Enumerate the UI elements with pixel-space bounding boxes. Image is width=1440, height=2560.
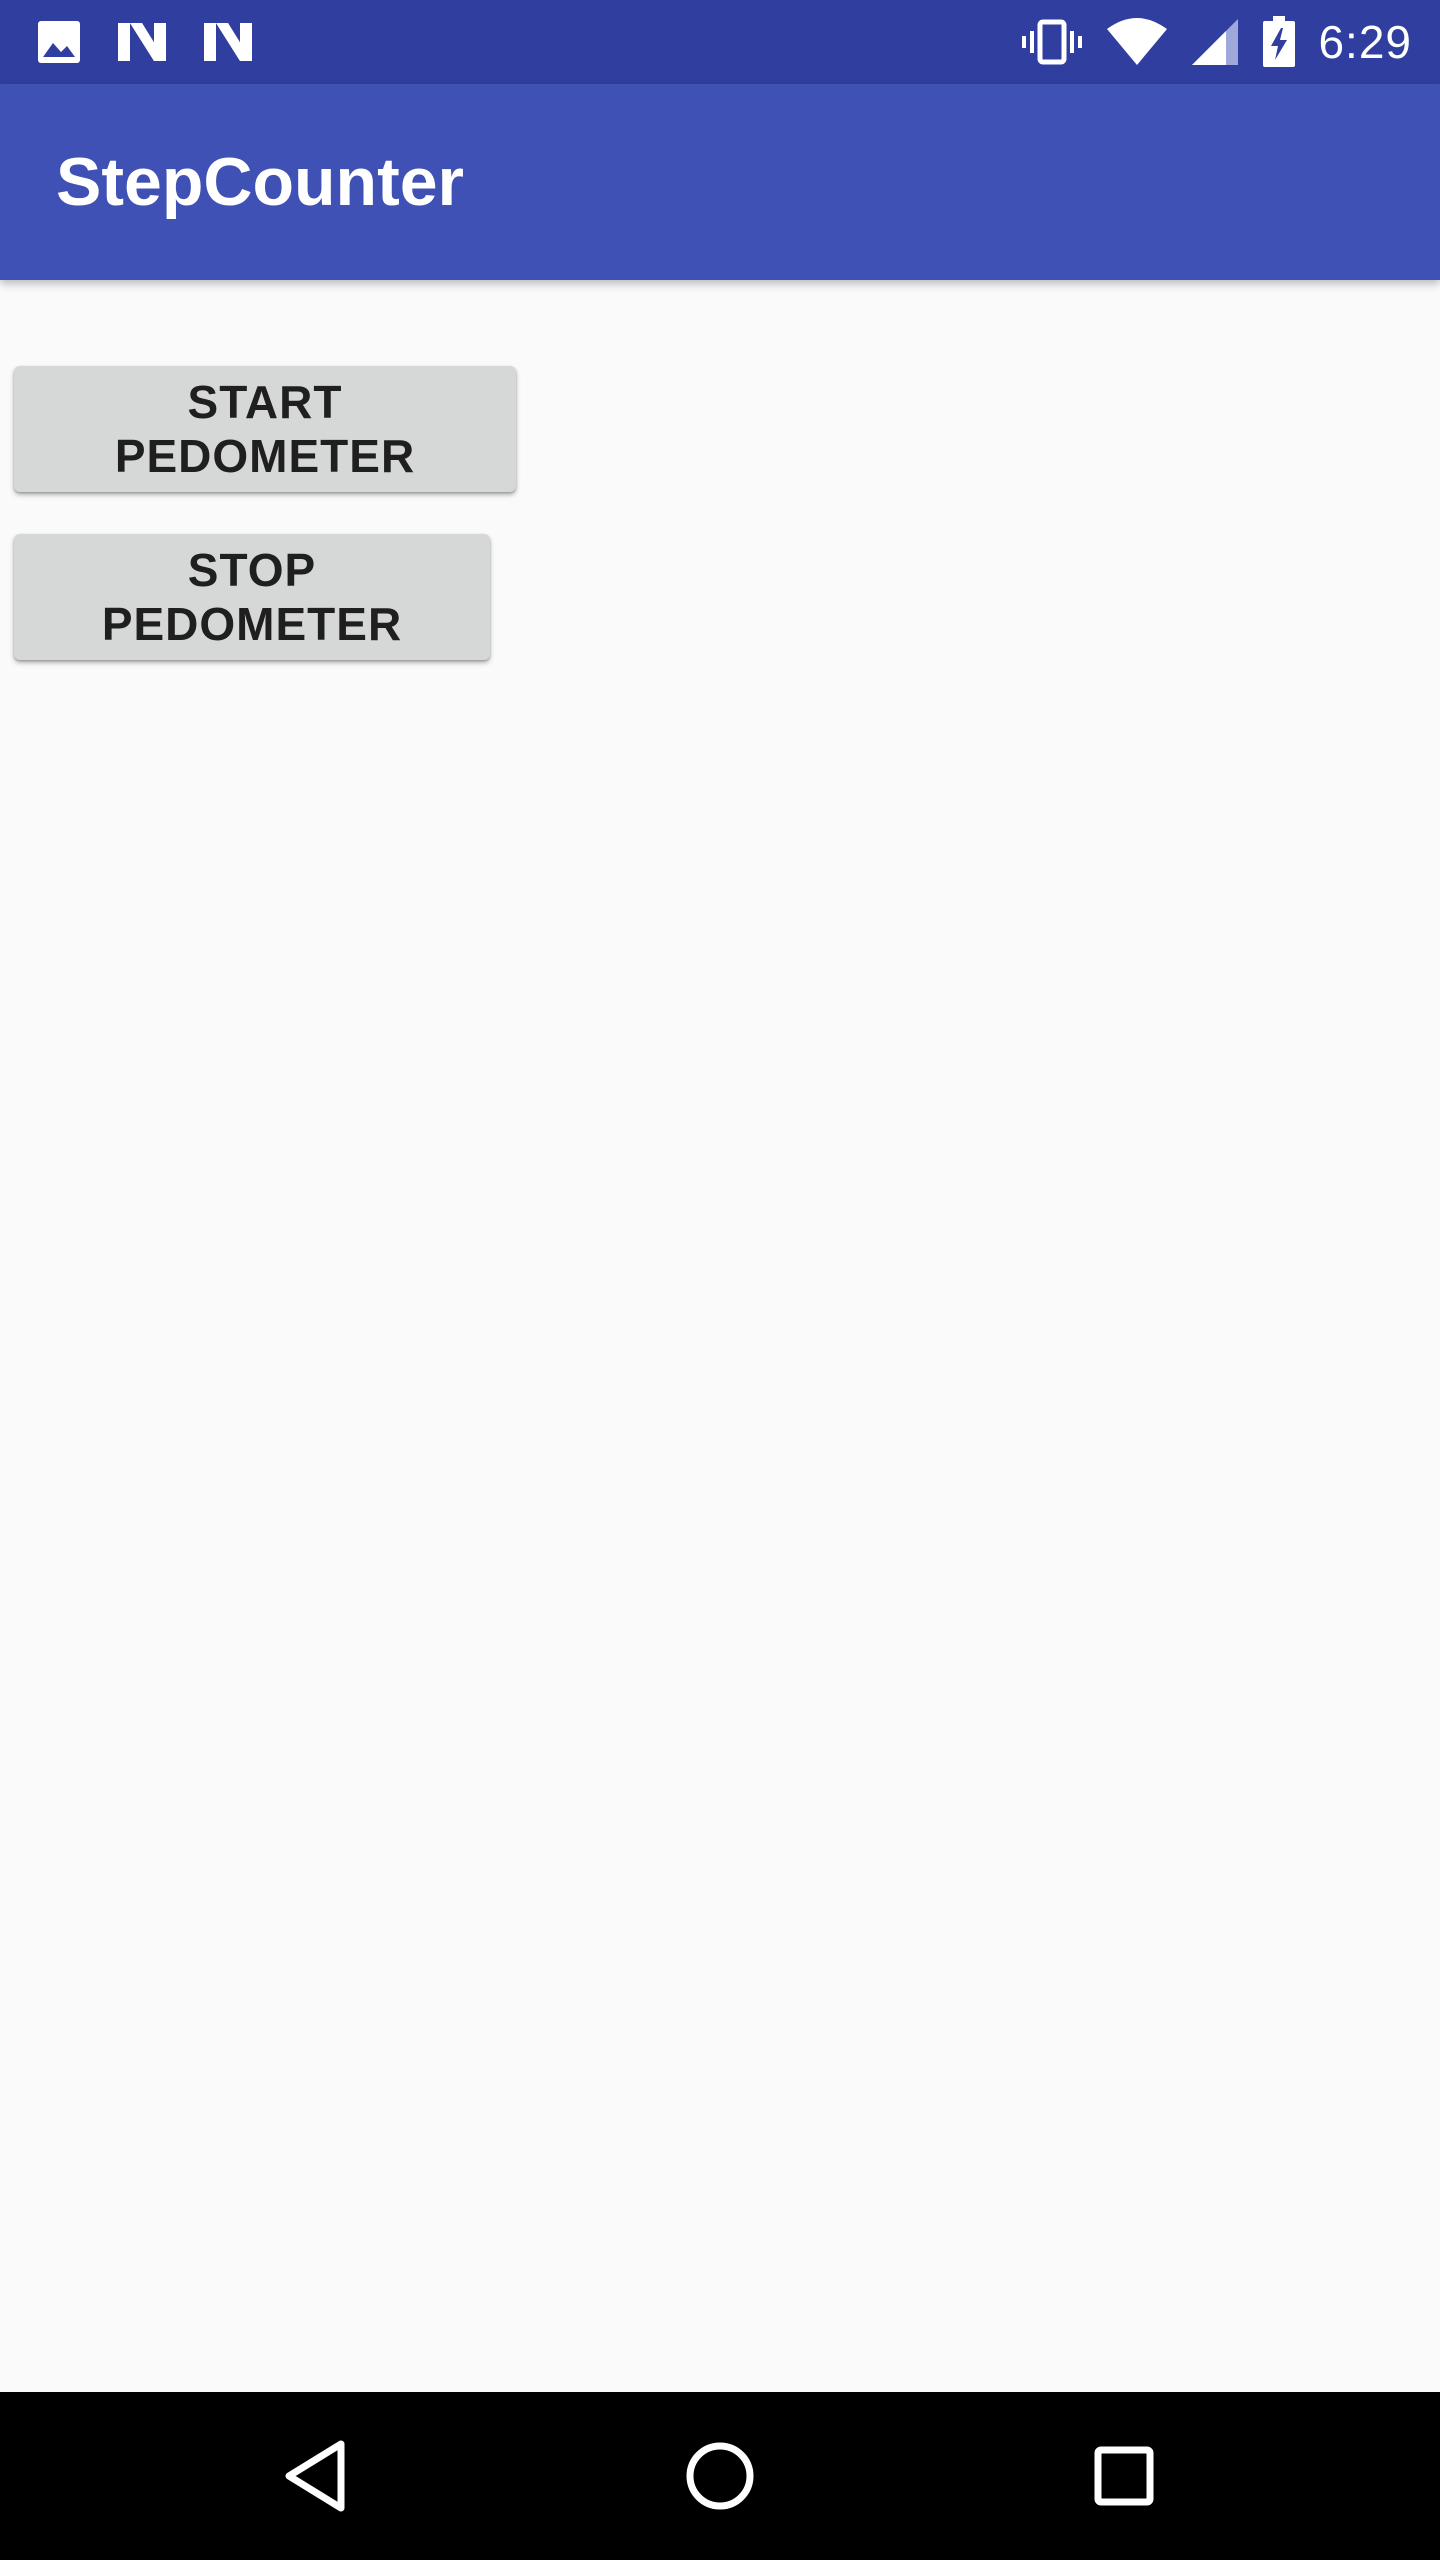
system-icons: 6:29 bbox=[1020, 16, 1412, 68]
battery-charging-icon bbox=[1262, 16, 1296, 68]
back-button[interactable] bbox=[266, 2426, 366, 2526]
home-button[interactable] bbox=[670, 2426, 770, 2526]
back-icon bbox=[281, 2438, 351, 2514]
app-bar: StepCounter bbox=[0, 84, 1440, 280]
wifi-icon bbox=[1106, 17, 1168, 67]
recents-icon bbox=[1092, 2444, 1156, 2508]
n-logo-icon bbox=[202, 21, 254, 63]
start-pedometer-button[interactable]: START PEDOMETER bbox=[14, 366, 516, 492]
navigation-bar bbox=[0, 2392, 1440, 2560]
app-title: StepCounter bbox=[56, 144, 464, 220]
image-icon bbox=[36, 19, 82, 65]
stop-pedometer-button[interactable]: STOP PEDOMETER bbox=[14, 534, 490, 660]
main-content: START PEDOMETER STOP PEDOMETER bbox=[0, 280, 1440, 2392]
recents-button[interactable] bbox=[1074, 2426, 1174, 2526]
status-bar: 6:29 bbox=[0, 0, 1440, 84]
notification-icons bbox=[36, 16, 254, 68]
vibrate-icon bbox=[1020, 19, 1084, 65]
n-logo-icon bbox=[116, 21, 168, 63]
home-icon bbox=[684, 2440, 756, 2512]
status-time: 6:29 bbox=[1318, 16, 1412, 68]
cell-signal-icon bbox=[1190, 17, 1240, 67]
screen: 6:29 StepCounter START PEDOMETER STOP PE… bbox=[0, 0, 1440, 2560]
